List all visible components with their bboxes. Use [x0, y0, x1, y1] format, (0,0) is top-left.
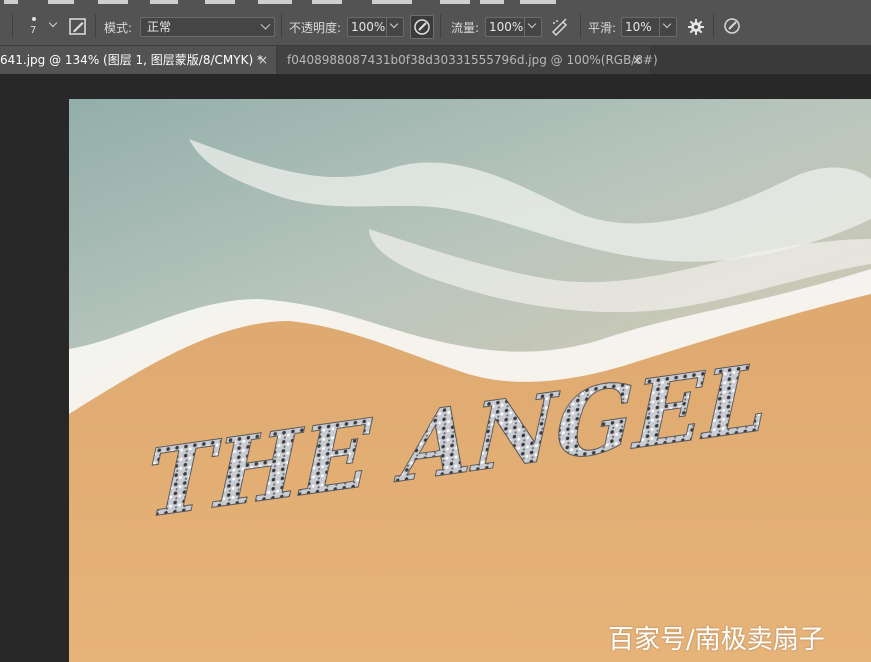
- tab-document-1[interactable]: 641.jpg @ 134% (图层 1, 图层蒙版/8/CMYK) * ×: [0, 46, 276, 74]
- divider: [713, 14, 714, 38]
- opacity-label: 不透明度:: [289, 21, 342, 35]
- brush-preset-picker[interactable]: 7: [22, 12, 62, 42]
- chevron-down-icon: [48, 18, 58, 28]
- flow-chevron-down-icon[interactable]: [524, 18, 541, 36]
- brush-panel-icon: [69, 18, 86, 35]
- document-canvas[interactable]: THE ANGEL: [69, 99, 871, 662]
- chevron-down-icon: [260, 19, 271, 30]
- brush-panel-button[interactable]: [66, 15, 90, 39]
- smoothing-field[interactable]: 10%: [621, 17, 677, 37]
- pressure-size-button[interactable]: [721, 15, 745, 39]
- flow-value: 100%: [489, 20, 524, 34]
- workspace: THE ANGEL: [0, 74, 871, 662]
- tab-title: 641.jpg @ 134% (图层 1, 图层蒙版/8/CMYK) *: [0, 53, 263, 67]
- document-tab-bar: 641.jpg @ 134% (图层 1, 图层蒙版/8/CMYK) * × f…: [0, 46, 871, 74]
- tool-options-bar: 7 模式: 正常 不透明度: 100% 流量: 100% 平滑: 10%: [0, 6, 871, 46]
- pressure-opacity-icon: [414, 19, 430, 35]
- divider: [440, 14, 441, 38]
- brush-preset-icon: [32, 17, 36, 21]
- close-icon[interactable]: ×: [632, 46, 642, 74]
- close-icon[interactable]: ×: [258, 46, 268, 74]
- opacity-chevron-down-icon[interactable]: [386, 18, 403, 36]
- flow-field[interactable]: 100%: [485, 17, 542, 37]
- flow-label: 流量:: [451, 21, 480, 35]
- opacity-value: 100%: [351, 20, 386, 34]
- smoothing-value: 10%: [625, 20, 652, 34]
- mode-value: 正常: [147, 20, 172, 34]
- smoothing-settings-gear-icon: [688, 19, 704, 35]
- divider: [580, 14, 581, 38]
- brush-size-label: 7: [30, 25, 37, 36]
- smoothing-settings-button[interactable]: [684, 15, 708, 39]
- divider: [12, 14, 13, 38]
- airbrush-icon: [551, 18, 568, 37]
- smoothing-label: 平滑:: [588, 21, 617, 35]
- smoothing-chevron-down-icon[interactable]: [659, 18, 676, 36]
- watermark-text: 百家号/南极卖扇子: [608, 625, 825, 655]
- tab-document-2[interactable]: f0408988087431b0f38d30331555796d.jpg @ 1…: [277, 46, 658, 74]
- airbrush-button[interactable]: [548, 15, 572, 39]
- mode-dropdown[interactable]: 正常: [140, 17, 275, 37]
- mode-label: 模式:: [104, 21, 133, 35]
- beach-image: THE ANGEL: [69, 99, 871, 662]
- tab-title: f0408988087431b0f38d30331555796d.jpg @ 1…: [287, 53, 658, 67]
- pressure-size-icon: [724, 18, 740, 34]
- opacity-field[interactable]: 100%: [347, 17, 404, 37]
- divider: [95, 14, 96, 38]
- pressure-opacity-button[interactable]: [410, 15, 434, 39]
- divider: [281, 14, 282, 38]
